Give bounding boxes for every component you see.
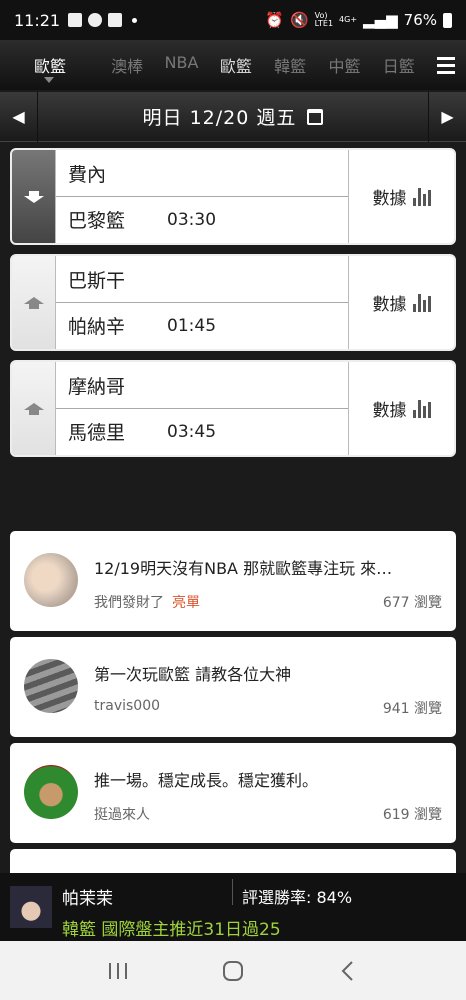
away-team: 巴黎籃 03:30 [56,196,348,242]
bar-chart-icon [412,293,431,312]
avatar [10,886,52,928]
tab-korea-basket[interactable]: 韓籃 [263,53,317,77]
post-title: 第一次玩歐籃 請教各位大神 [94,665,292,684]
tab-eurobasket[interactable]: 歐籃 [209,53,263,77]
away-team: 馬德里 03:45 [56,408,348,454]
match-card[interactable]: 費內 巴黎籃 03:30 數據 [10,148,456,245]
win-rate: 評選勝率: 84% [242,888,353,907]
league-tab-bar: 歐籃 澳棒 NBA 歐籃 韓籃 中籃 日籃 [0,40,466,90]
calendar-icon [307,109,324,125]
alarm-icon: ⏰ [265,11,284,29]
match-time: 03:30 [167,209,217,230]
divider [232,879,233,905]
post-author: travis000 [94,698,161,714]
avatar [24,659,78,713]
date-selector[interactable]: 明日 12/20 週五 [38,103,428,130]
bar-chart-icon [412,399,431,418]
data-button[interactable]: 數據 [348,256,454,349]
tab-china-basket[interactable]: 中籃 [317,53,371,77]
post-views: 619 瀏覽 [382,807,442,823]
date-label: 明日 12/20 週五 [142,107,297,129]
expand-toggle[interactable] [12,256,56,349]
match-card[interactable]: 巴斯干 帕納辛 01:45 數據 [10,254,456,351]
expert-name: 帕茉茉 [62,889,113,909]
home-icon[interactable] [221,959,245,983]
home-team: 費內 [68,163,107,186]
chevron-down-icon [23,190,44,203]
tab-nba[interactable]: NBA [154,53,208,77]
expert-promo: 韓籃 國際盤主推近31日過25 [62,920,281,940]
avatar [24,765,78,819]
chevron-up-icon [23,402,44,415]
post-item[interactable]: 第一次玩歐籃 請教各位大神 travis000 941 瀏覽 [10,637,456,737]
post-item[interactable]: 推一場。穩定成長。穩定獲利。 挺過來人 619 瀏覽 [10,743,456,843]
post-title: 推一場。穩定成長。穩定獲利。 [94,771,319,790]
hamburger-menu-icon[interactable] [426,56,466,74]
signal-icon: ▂▄▆ [363,11,398,29]
status-bar: 11:21 ⏰ 🔇 Vo) LTE1 4G+ ▂▄▆ 76% [0,0,466,40]
expert-banner[interactable]: 帕茉茉 評選勝率: 84% 韓籃 國際盤主推近31日過25 [0,873,466,941]
gallery-icon [68,13,83,27]
data-button[interactable]: 數據 [348,362,454,455]
system-nav-bar [0,941,466,1000]
post-tag: 亮單 [172,595,200,611]
avatar [24,553,78,607]
home-team: 摩納哥 [68,375,126,398]
post-views: 941 瀏覽 [382,701,442,717]
post-item[interactable]: 12/19明天沒有NBA 那就歐籃專注玩 來… 我們發財了 亮單 677 瀏覽 [10,531,456,631]
tab-aubaseball[interactable]: 澳棒 [100,53,154,77]
date-bar: ◀ 明日 12/20 週五 ▶ [0,91,466,142]
next-date-button[interactable]: ▶ [428,91,466,142]
match-time: 01:45 [167,315,217,336]
match-time: 03:45 [167,421,217,442]
post-views: 677 瀏覽 [382,595,442,611]
back-icon[interactable] [336,959,360,983]
chevron-up-icon [23,296,44,309]
post-title: 12/19明天沒有NBA 那就歐籃專注玩 來… [94,559,393,578]
away-team: 帕納辛 01:45 [56,302,348,348]
home-team: 巴斯干 [68,269,126,292]
recent-apps-icon[interactable] [106,961,130,981]
app-notification-icon [88,13,103,27]
post-author: 挺過來人 [94,807,150,823]
current-league-selector[interactable]: 歐籃 [0,53,100,83]
post-list: 12/19明天沒有NBA 那就歐籃專注玩 來… 我們發財了 亮單 677 瀏覽 第… [10,531,456,885]
mute-icon: 🔇 [289,11,309,29]
expand-toggle[interactable] [12,362,56,455]
battery-icon [443,12,452,28]
volte-indicator: Vo) LTE1 [314,11,334,28]
collapse-toggle[interactable] [12,150,56,243]
match-list: 費內 巴黎籃 03:30 數據 巴斯干 帕納辛 01:45 數據 摩納哥 馬德里 03… [10,148,456,466]
network-type: 4G+ [339,15,358,24]
prev-date-button[interactable]: ◀ [0,91,38,142]
mail-icon [108,13,123,27]
post-author: 我們發財了 亮單 [94,595,200,611]
league-tabs: 澳棒 NBA 歐籃 韓籃 中籃 日籃 [100,53,426,77]
tab-japan-basket[interactable]: 日籃 [372,53,426,77]
match-card[interactable]: 摩納哥 馬德里 03:45 數據 [10,360,456,457]
more-notifications-dot [132,17,138,23]
data-button[interactable]: 數據 [348,150,454,243]
bar-chart-icon [412,187,431,206]
status-time: 11:21 [14,10,61,30]
battery-percent: 76% [403,11,437,29]
